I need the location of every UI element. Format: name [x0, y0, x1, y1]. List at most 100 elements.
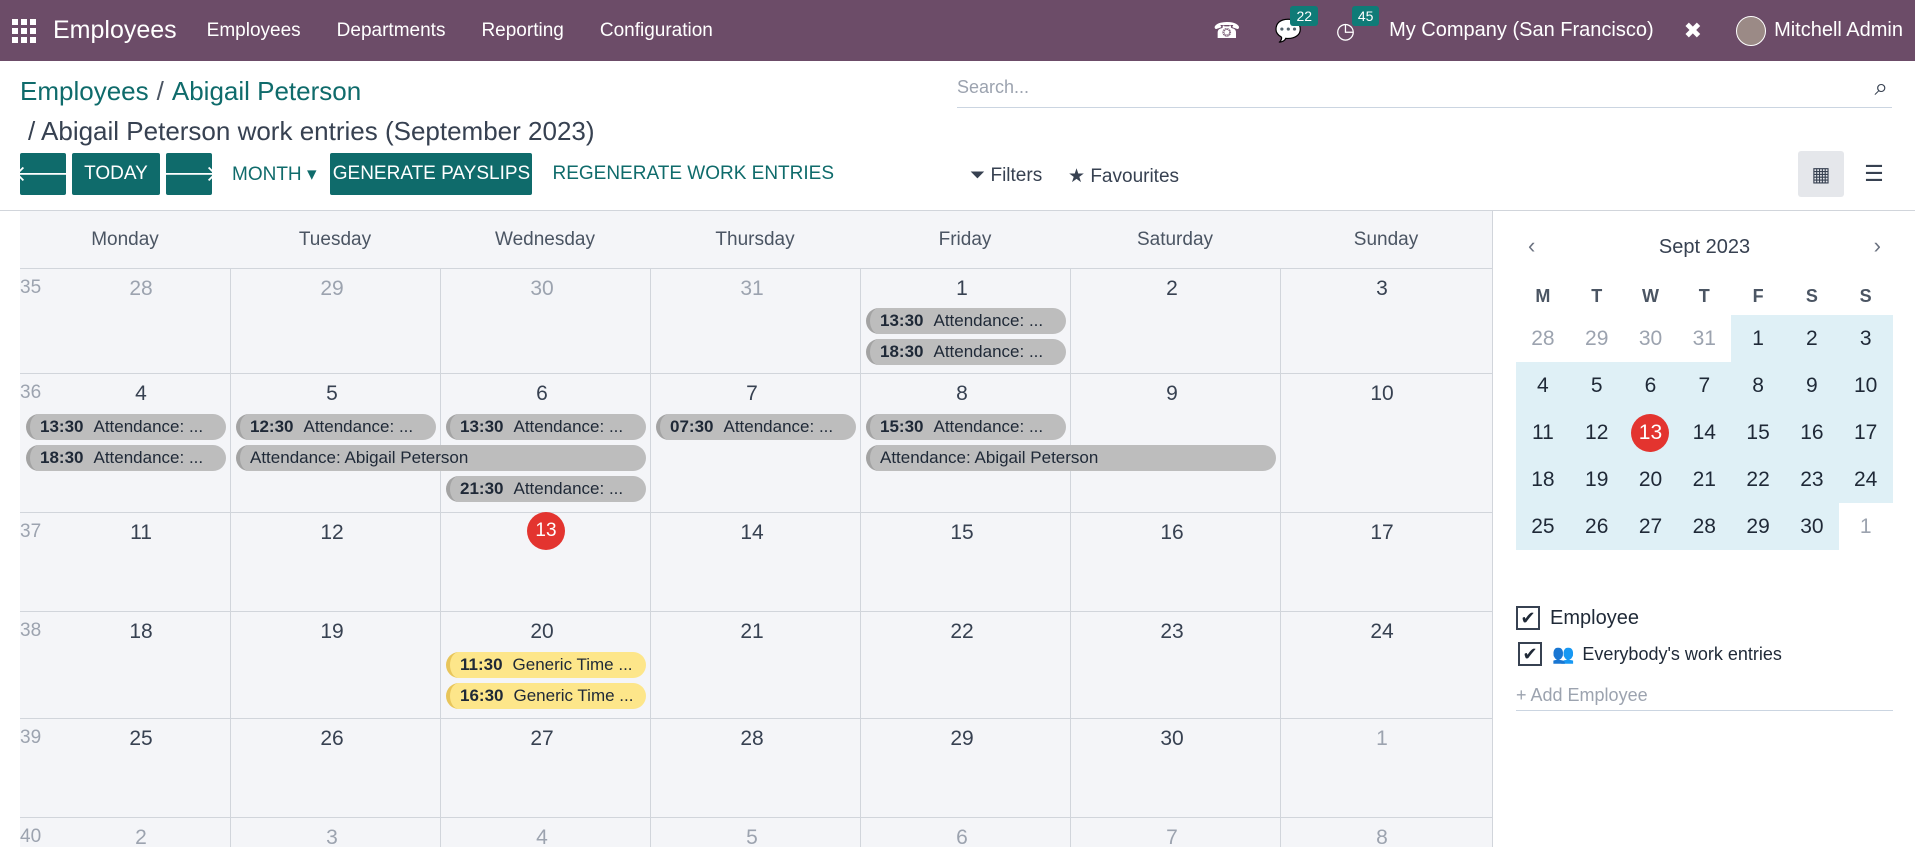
favourites-dropdown[interactable]: ★ Favourites — [1068, 165, 1179, 188]
mini-day[interactable]: 28 — [1516, 315, 1570, 362]
today-marker[interactable]: 13 — [527, 512, 565, 550]
mini-day[interactable]: 11 — [1516, 409, 1570, 456]
work-entry-event[interactable]: Attendance: Abigail Peterson — [866, 445, 1276, 471]
mini-day[interactable]: 26 — [1569, 503, 1624, 550]
work-entry-event[interactable]: 18:30 Attendance: ... — [866, 339, 1066, 365]
day-number[interactable]: 27 — [522, 727, 562, 751]
day-number[interactable]: 16 — [1152, 521, 1192, 545]
day-number[interactable]: 3 — [1362, 277, 1402, 301]
work-entry-event[interactable]: 15:30 Attendance: ... — [866, 414, 1066, 440]
work-entry-event[interactable]: 16:30 Generic Time ... — [446, 683, 646, 709]
day-number[interactable]: 14 — [732, 521, 772, 545]
day-number[interactable]: 4 — [121, 382, 161, 406]
user-menu[interactable]: Mitchell Admin — [1774, 19, 1903, 42]
day-number[interactable]: 10 — [1362, 382, 1402, 406]
mini-day[interactable]: 29 — [1731, 503, 1785, 550]
day-number[interactable]: 3 — [312, 826, 352, 850]
day-number[interactable]: 6 — [942, 826, 982, 850]
chevron-left-icon[interactable]: ‹ — [1528, 233, 1535, 259]
mini-day[interactable]: 4 — [1516, 362, 1570, 409]
day-number[interactable]: 2 — [121, 826, 161, 850]
day-number[interactable]: 25 — [121, 727, 161, 751]
activity-clock-icon[interactable]: ◷ 45 — [1336, 5, 1380, 44]
mini-day[interactable]: 14 — [1677, 409, 1732, 456]
day-number[interactable]: 19 — [312, 620, 352, 644]
checkbox-icon[interactable]: ✔ — [1518, 642, 1542, 666]
mini-day[interactable]: 21 — [1677, 456, 1732, 503]
day-number[interactable]: 24 — [1362, 620, 1402, 644]
day-number[interactable]: 15 — [942, 521, 982, 545]
mini-day[interactable]: 8 — [1731, 362, 1785, 409]
search-icon[interactable]: ⌕ — [1875, 74, 1888, 102]
menu-departments[interactable]: Departments — [337, 20, 446, 42]
mini-day[interactable]: 23 — [1784, 456, 1839, 503]
mini-day[interactable]: 5 — [1569, 362, 1624, 409]
day-number[interactable]: 7 — [1152, 826, 1192, 850]
day-number[interactable]: 2 — [1152, 277, 1192, 301]
mini-day[interactable]: 30 — [1624, 315, 1678, 362]
app-name[interactable]: Employees — [53, 16, 177, 45]
chevron-right-icon[interactable]: › — [1874, 233, 1881, 259]
work-entry-event[interactable]: 07:30 Attendance: ... — [656, 414, 856, 440]
mini-day[interactable]: 13 — [1623, 409, 1678, 456]
day-number[interactable]: 12 — [312, 521, 352, 545]
app-grid-icon[interactable] — [12, 18, 36, 43]
next-button[interactable]: 🡒 — [160, 153, 219, 195]
day-number[interactable]: 8 — [1362, 826, 1402, 850]
mini-day[interactable]: 9 — [1784, 362, 1839, 409]
menu-configuration[interactable]: Configuration — [600, 20, 713, 42]
mini-day[interactable]: 22 — [1731, 456, 1785, 503]
work-entry-event[interactable]: 21:30 Attendance: ... — [446, 476, 646, 502]
day-number[interactable]: 4 — [522, 826, 562, 850]
work-entry-event[interactable]: 11:30 Generic Time ... — [446, 652, 646, 678]
mini-day[interactable]: 3 — [1838, 315, 1893, 362]
mini-day[interactable]: 10 — [1838, 362, 1893, 409]
day-number[interactable]: 6 — [522, 382, 562, 406]
mini-day[interactable]: 2 — [1784, 315, 1839, 362]
menu-employees[interactable]: Employees — [207, 20, 301, 42]
regenerate-work-entries-button[interactable]: REGENERATE WORK ENTRIES — [552, 163, 834, 185]
mini-day[interactable]: 30 — [1784, 503, 1839, 550]
search-input[interactable] — [957, 72, 1837, 102]
filter-employee[interactable]: ✔ Employee — [1516, 606, 1639, 630]
day-number[interactable]: 26 — [312, 727, 352, 751]
breadcrumb-employees[interactable]: Employees — [20, 76, 149, 106]
chat-icon[interactable]: 💬 22 — [1274, 5, 1319, 44]
mini-day[interactable]: 1 — [1731, 315, 1785, 362]
checkbox-icon[interactable]: ✔ — [1516, 606, 1540, 630]
work-entry-event[interactable]: 13:30 Attendance: ... — [26, 414, 226, 440]
tools-icon[interactable]: ✖ — [1684, 18, 1702, 44]
mini-day[interactable]: 31 — [1677, 315, 1731, 362]
day-number[interactable]: 28 — [732, 727, 772, 751]
work-entry-event[interactable]: 13:30 Attendance: ... — [866, 308, 1066, 334]
mini-day[interactable]: 1 — [1839, 503, 1893, 550]
calendar-view-icon[interactable]: ▦ — [1798, 151, 1844, 197]
avatar[interactable] — [1736, 15, 1767, 46]
day-number[interactable]: 23 — [1152, 620, 1192, 644]
mini-day[interactable]: 18 — [1516, 456, 1570, 503]
mini-day[interactable]: 7 — [1677, 362, 1732, 409]
day-number[interactable]: 22 — [942, 620, 982, 644]
mini-day[interactable]: 29 — [1570, 315, 1624, 362]
mini-day[interactable]: 20 — [1623, 456, 1678, 503]
phone-icon[interactable]: ☎ — [1213, 18, 1240, 44]
generate-payslips-button[interactable]: GENERATE PAYSLIPS — [330, 153, 533, 195]
add-employee-input[interactable]: + Add Employee — [1516, 685, 1893, 711]
day-number[interactable]: 20 — [522, 620, 562, 644]
day-number[interactable]: 17 — [1362, 521, 1402, 545]
day-number[interactable]: 11 — [121, 521, 161, 545]
day-number[interactable]: 29 — [942, 727, 982, 751]
filters-dropdown[interactable]: ⏷ Filters — [970, 165, 1042, 187]
day-number[interactable]: 18 — [121, 620, 161, 644]
mini-day[interactable]: 16 — [1784, 409, 1839, 456]
list-view-icon[interactable]: ☰ — [1851, 151, 1897, 197]
mini-day[interactable]: 27 — [1623, 503, 1678, 550]
day-number[interactable]: 7 — [732, 382, 772, 406]
menu-reporting[interactable]: Reporting — [481, 20, 563, 42]
day-number[interactable]: 28 — [121, 277, 161, 301]
work-entry-event[interactable]: Attendance: Abigail Peterson — [236, 445, 646, 471]
scale-dropdown[interactable]: MONTH ▾ — [232, 163, 316, 186]
today-button[interactable]: TODAY — [72, 153, 160, 195]
mini-day[interactable]: 28 — [1677, 503, 1732, 550]
breadcrumb-employee[interactable]: Abigail Peterson — [172, 76, 361, 106]
